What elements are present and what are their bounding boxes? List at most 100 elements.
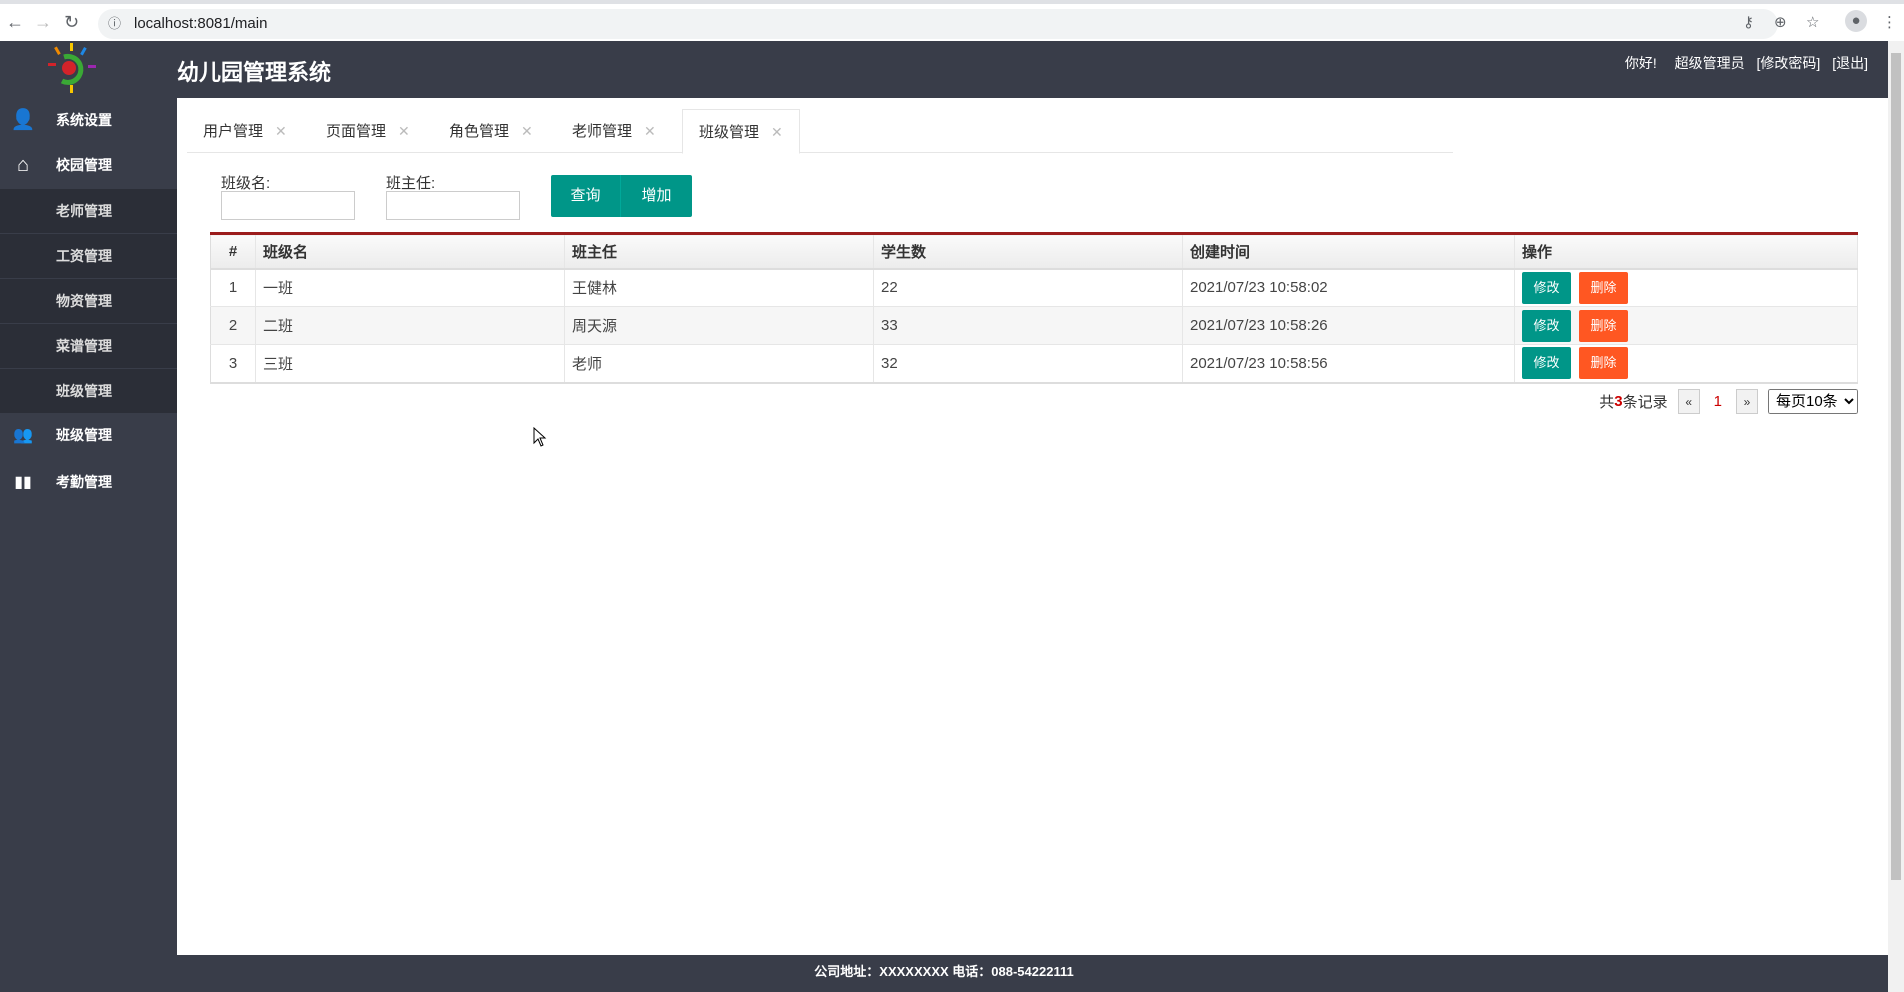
change-password-link[interactable]: [修改密码] — [1757, 55, 1821, 71]
sidebar-item-label: 工资管理 — [56, 248, 112, 264]
key-icon[interactable]: ⚷ — [1743, 13, 1754, 31]
col-header-created: 创建时间 — [1182, 233, 1515, 270]
teacher-label: 班主任: — [386, 175, 436, 192]
tab-bar: 用户管理 ✕ 页面管理 ✕ 角色管理 ✕ 老师管理 ✕ 班级管理 ✕ — [187, 109, 1453, 154]
col-header-actions: 操作 — [1514, 233, 1858, 270]
delete-button[interactable]: 删除 — [1579, 347, 1628, 380]
username: 超级管理员 — [1674, 55, 1745, 71]
sidebar-item-attendance[interactable]: ▮▮ 考勤管理 — [0, 460, 177, 505]
group-icon: 👥 — [13, 427, 33, 444]
sidebar-subitem-menu[interactable]: 菜谱管理 — [0, 323, 177, 368]
cell-index: 1 — [210, 268, 256, 307]
col-header-students: 学生数 — [873, 233, 1183, 270]
sidebar-item-system-settings[interactable]: 👤 系统设置 — [0, 98, 177, 143]
cell-teacher: 王健林 — [564, 268, 874, 307]
edit-button[interactable]: 修改 — [1522, 309, 1571, 342]
teacher-input[interactable] — [386, 191, 520, 220]
current-page[interactable]: 1 — [1714, 393, 1722, 410]
browser-toolbar: ← → ↻ ⓘ localhost:8081/main ⚷ ⊕ ☆ ● ⋮ — [0, 0, 1904, 41]
cell-actions: 修改 删除 — [1514, 268, 1858, 307]
col-header-index: # — [210, 233, 256, 270]
info-icon: ⓘ — [108, 16, 122, 31]
sidebar-subitem-teachers[interactable]: 老师管理 — [0, 188, 177, 233]
close-icon[interactable]: ✕ — [644, 123, 656, 139]
tab-label: 老师管理 — [572, 123, 633, 140]
tab-roles[interactable]: 角色管理 ✕ — [433, 109, 549, 153]
edit-button[interactable]: 修改 — [1522, 347, 1571, 380]
tab-teachers[interactable]: 老师管理 ✕ — [556, 109, 672, 153]
url-text: localhost:8081/main — [134, 15, 268, 32]
cell-students: 32 — [873, 344, 1183, 383]
sidebar-item-label: 班级管理 — [56, 427, 112, 443]
zoom-icon[interactable]: ⊕ — [1774, 13, 1787, 31]
back-icon[interactable]: ← — [6, 12, 24, 33]
sidebar-item-label: 老师管理 — [56, 203, 112, 219]
total-count: 3 — [1614, 393, 1623, 410]
tab-users[interactable]: 用户管理 ✕ — [187, 109, 303, 153]
close-icon[interactable]: ✕ — [398, 123, 410, 139]
col-header-teacher: 班主任 — [564, 233, 874, 270]
page-scrollbar[interactable] — [1888, 41, 1904, 992]
class-name-input[interactable] — [221, 191, 355, 220]
tab-label: 页面管理 — [326, 123, 387, 140]
tab-label: 角色管理 — [449, 123, 510, 140]
app-title: 幼儿园管理系统 — [177, 60, 332, 85]
table-row: 3 三班 老师 32 2021/07/23 10:58:56 修改 删除 — [210, 344, 1858, 383]
cell-students: 33 — [873, 306, 1183, 345]
main-content: 用户管理 ✕ 页面管理 ✕ 角色管理 ✕ 老师管理 ✕ 班级管理 ✕ 班级名: 班主任: … — [177, 98, 1888, 955]
sidebar-item-label: 班级管理 — [56, 383, 112, 399]
footer: 公司地址：XXXXXXXX 电话：088-54222111 — [0, 955, 1888, 992]
greeting: 你好! — [1624, 55, 1657, 71]
home-icon: ⌂ — [16, 154, 30, 176]
sidebar-subitem-supplies[interactable]: 物资管理 — [0, 278, 177, 323]
close-icon[interactable]: ✕ — [521, 123, 533, 139]
table-row: 1 一班 王健林 22 2021/07/23 10:58:02 修改 删除 — [210, 268, 1858, 307]
cell-teacher: 老师 — [564, 344, 874, 383]
cell-index: 3 — [210, 344, 256, 383]
close-icon[interactable]: ✕ — [771, 124, 783, 140]
close-icon[interactable]: ✕ — [275, 123, 287, 139]
sidebar-item-classes[interactable]: 👥 班级管理 — [0, 413, 177, 458]
delete-button[interactable]: 删除 — [1579, 271, 1628, 304]
cell-created: 2021/07/23 10:58:56 — [1182, 344, 1515, 383]
user-bar: 你好! 超级管理员 [修改密码] [退出] — [1611, 53, 1868, 73]
sidebar-item-label: 系统设置 — [56, 112, 112, 128]
class-name-label: 班级名: — [221, 175, 271, 192]
sidebar-item-label: 菜谱管理 — [56, 338, 112, 354]
add-button[interactable]: 增加 — [621, 175, 692, 217]
total-suffix: 条记录 — [1622, 394, 1668, 411]
sidebar-item-label: 校园管理 — [56, 157, 112, 173]
query-button[interactable]: 查询 — [551, 175, 621, 217]
col-header-class-name: 班级名 — [255, 233, 565, 270]
cell-actions: 修改 删除 — [1514, 344, 1858, 383]
table-header-row: # 班级名 班主任 学生数 创建时间 操作 — [210, 233, 1858, 270]
cell-actions: 修改 删除 — [1514, 306, 1858, 345]
address-bar[interactable]: ⓘ localhost:8081/main — [98, 9, 1778, 39]
delete-button[interactable]: 删除 — [1579, 309, 1628, 342]
menu-icon[interactable]: ⋮ — [1882, 13, 1897, 31]
reload-icon[interactable]: ↻ — [64, 12, 79, 33]
tab-pages[interactable]: 页面管理 ✕ — [310, 109, 426, 153]
forward-icon[interactable]: → — [34, 12, 52, 33]
tab-label: 用户管理 — [203, 123, 264, 140]
bar-chart-icon: ▮▮ — [14, 474, 32, 491]
scrollbar-thumb[interactable] — [1891, 53, 1901, 880]
logo-icon — [48, 43, 96, 93]
pagination: 共 3 条记录 « 1 » 每页10条 — [1599, 389, 1858, 414]
star-icon[interactable]: ☆ — [1806, 13, 1819, 31]
page-size-select[interactable]: 每页10条 — [1768, 389, 1858, 414]
class-table: # 班级名 班主任 学生数 创建时间 操作 1 一班 王健林 22 2021/0… — [210, 232, 1858, 384]
prev-page-button[interactable]: « — [1677, 389, 1700, 414]
profile-icon[interactable]: ● — [1845, 10, 1867, 32]
next-page-button[interactable]: » — [1736, 389, 1758, 414]
cell-created: 2021/07/23 10:58:26 — [1182, 306, 1515, 345]
sidebar-subitem-salary[interactable]: 工资管理 — [0, 233, 177, 278]
sidebar-item-campus[interactable]: ⌂ 校园管理 — [0, 143, 177, 188]
cell-index: 2 — [210, 306, 256, 345]
sidebar-subitem-classes[interactable]: 班级管理 — [0, 368, 177, 413]
cell-teacher: 周天源 — [564, 306, 874, 345]
tab-classes[interactable]: 班级管理 ✕ — [682, 109, 800, 154]
edit-button[interactable]: 修改 — [1522, 271, 1571, 304]
cell-students: 22 — [873, 268, 1183, 307]
logout-link[interactable]: [退出] — [1832, 55, 1868, 71]
